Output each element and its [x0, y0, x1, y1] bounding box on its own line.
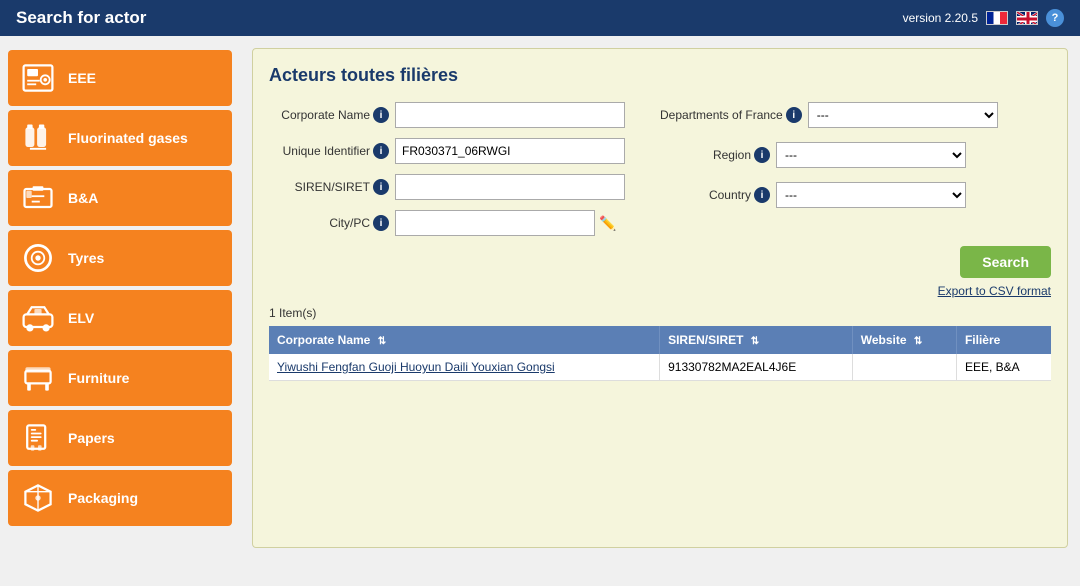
table-row: Yiwushi Fengfan Guoji Huoyun Daili Youxi… [269, 354, 1051, 381]
export-row: Export to CSV format [269, 284, 1051, 298]
search-panel: Acteurs toutes filières Corporate Name i [252, 48, 1068, 548]
sort-siren-siret-icon: ⇅ [751, 336, 759, 347]
departments-select[interactable]: --- [808, 102, 998, 128]
corporate-name-label: Corporate Name i [269, 107, 389, 123]
form-right: Departments of France i --- Region i [660, 102, 1051, 236]
departments-info-icon[interactable]: i [786, 107, 802, 123]
version-label: version 2.20.5 [903, 11, 978, 25]
sidebar-label-papers: Papers [68, 430, 115, 446]
search-button[interactable]: Search [960, 246, 1051, 278]
cell-filiere: EEE, B&A [956, 354, 1051, 381]
flag-uk[interactable] [1016, 11, 1038, 25]
help-icon[interactable]: ? [1046, 9, 1064, 27]
city-pc-row: City/PC i ✏️ [269, 210, 660, 236]
siren-siret-label: SIREN/SIRET i [269, 179, 389, 195]
sort-corporate-name-icon: ⇅ [378, 336, 386, 347]
page-title: Search for actor [16, 8, 146, 28]
country-row: Country i --- [660, 182, 1051, 208]
sidebar-item-bna[interactable]: B&A [8, 170, 232, 226]
corporate-name-input[interactable] [395, 102, 625, 128]
bna-icon [18, 178, 58, 218]
cell-website [852, 354, 956, 381]
sidebar-label-fluorinated-gases: Fluorinated gases [68, 130, 188, 146]
table-header-row: Corporate Name ⇅ SIREN/SIRET ⇅ Website ⇅ [269, 326, 1051, 354]
sidebar-item-elv[interactable]: ELV [8, 290, 232, 346]
tyres-icon [18, 238, 58, 278]
sidebar-item-fluorinated-gases[interactable]: Fluorinated gases [8, 110, 232, 166]
sidebar: EEE Fluorinated gases [0, 36, 240, 586]
corporate-name-row: Corporate Name i [269, 102, 660, 128]
region-info-icon[interactable]: i [754, 147, 770, 163]
city-pc-label: City/PC i [269, 215, 389, 231]
panel-title: Acteurs toutes filières [269, 65, 1051, 86]
siren-siret-info-icon[interactable]: i [373, 179, 389, 195]
departments-label: Departments of France i [660, 107, 802, 123]
search-form: Corporate Name i Unique Identifier i [269, 102, 1051, 236]
eee-icon [18, 58, 58, 98]
country-info-icon[interactable]: i [754, 187, 770, 203]
sidebar-label-tyres: Tyres [68, 250, 104, 266]
sidebar-label-packaging: Packaging [68, 490, 138, 506]
sidebar-label-furniture: Furniture [68, 370, 129, 386]
unique-identifier-input[interactable] [395, 138, 625, 164]
packaging-icon [18, 478, 58, 518]
papers-icon [18, 418, 58, 458]
furniture-icon [18, 358, 58, 398]
col-corporate-name[interactable]: Corporate Name ⇅ [269, 326, 660, 354]
unique-identifier-info-icon[interactable]: i [373, 143, 389, 159]
content-area: Acteurs toutes filières Corporate Name i [240, 36, 1080, 586]
sidebar-item-furniture[interactable]: Furniture [8, 350, 232, 406]
siren-siret-input[interactable] [395, 174, 625, 200]
corporate-name-info-icon[interactable]: i [373, 107, 389, 123]
col-website[interactable]: Website ⇅ [852, 326, 956, 354]
results-table: Corporate Name ⇅ SIREN/SIRET ⇅ Website ⇅ [269, 326, 1051, 381]
corporate-name-link[interactable]: Yiwushi Fengfan Guoji Huoyun Daili Youxi… [277, 360, 555, 374]
col-siren-siret[interactable]: SIREN/SIRET ⇅ [660, 326, 853, 354]
sidebar-label-elv: ELV [68, 310, 94, 326]
country-select[interactable]: --- [776, 182, 966, 208]
results-count: 1 Item(s) [269, 306, 1051, 320]
sidebar-item-packaging[interactable]: Packaging [8, 470, 232, 526]
fluorinated-gases-icon [18, 118, 58, 158]
form-left: Corporate Name i Unique Identifier i [269, 102, 660, 236]
departments-row: Departments of France i --- [660, 102, 1051, 128]
unique-identifier-row: Unique Identifier i [269, 138, 660, 164]
search-button-row: Search [269, 246, 1051, 278]
cell-siren-siret: 91330782MA2EAL4J6E [660, 354, 853, 381]
region-row: Region i --- [660, 142, 1051, 168]
top-bar-right: version 2.20.5 ? [903, 9, 1064, 27]
flag-fr[interactable] [986, 11, 1008, 25]
city-pc-edit-button[interactable]: ✏️ [599, 215, 616, 232]
unique-identifier-label: Unique Identifier i [269, 143, 389, 159]
city-pc-input-wrapper: ✏️ [395, 210, 616, 236]
sidebar-item-eee[interactable]: EEE [8, 50, 232, 106]
country-label: Country i [660, 187, 770, 203]
top-bar: Search for actor version 2.20.5 ? [0, 0, 1080, 36]
sidebar-item-papers[interactable]: Papers [8, 410, 232, 466]
sidebar-label-eee: EEE [68, 70, 96, 86]
cell-corporate-name[interactable]: Yiwushi Fengfan Guoji Huoyun Daili Youxi… [269, 354, 660, 381]
main-layout: EEE Fluorinated gases [0, 36, 1080, 586]
region-select[interactable]: --- [776, 142, 966, 168]
region-label: Region i [660, 147, 770, 163]
elv-icon [18, 298, 58, 338]
siren-siret-row: SIREN/SIRET i [269, 174, 660, 200]
sidebar-label-bna: B&A [68, 190, 98, 206]
city-pc-input[interactable] [395, 210, 595, 236]
sidebar-item-tyres[interactable]: Tyres [8, 230, 232, 286]
city-pc-info-icon[interactable]: i [373, 215, 389, 231]
col-filiere[interactable]: Filière [956, 326, 1051, 354]
sort-website-icon: ⇅ [914, 336, 922, 347]
export-csv-link[interactable]: Export to CSV format [938, 284, 1051, 298]
